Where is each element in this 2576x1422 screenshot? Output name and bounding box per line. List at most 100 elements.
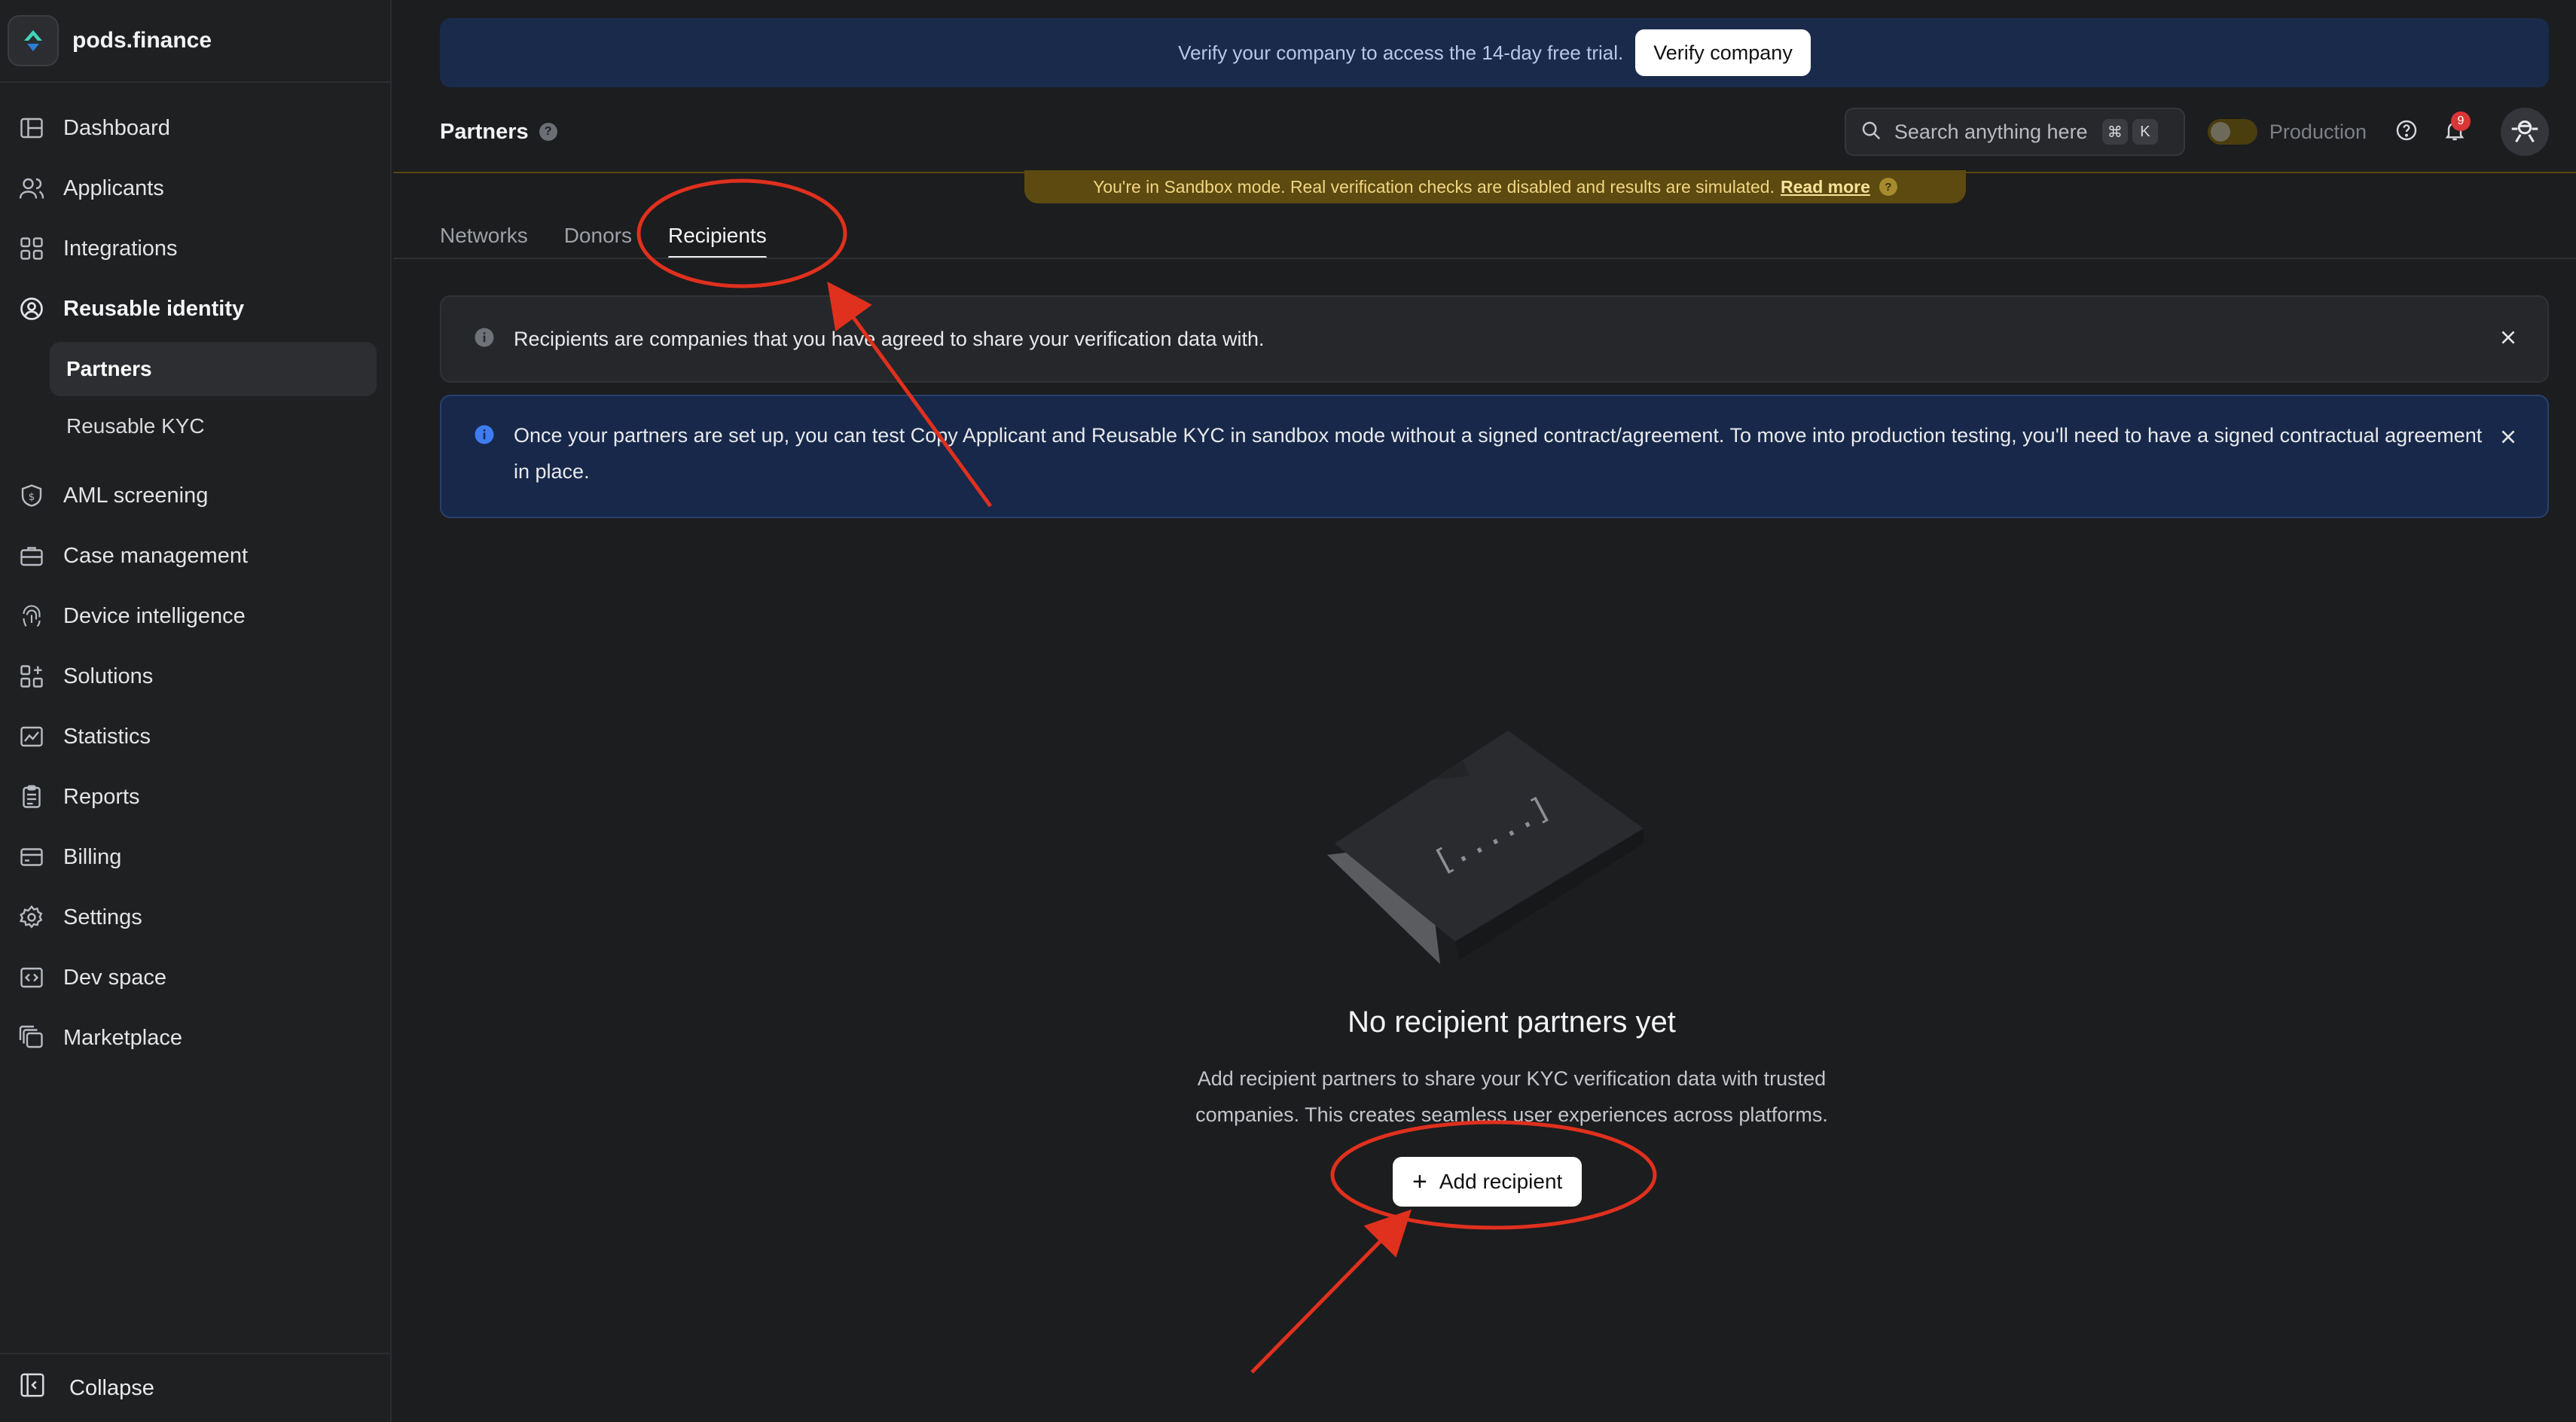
sidebar-item-label: Integrations — [63, 236, 178, 261]
search-icon — [1860, 119, 1882, 145]
sidebar-item-label: AML screening — [63, 483, 209, 508]
collapse-label: Collapse — [69, 1375, 154, 1400]
sidebar-item-reports[interactable]: Reports — [0, 767, 390, 827]
sidebar-item-aml-screening[interactable]: $ AML screening — [0, 465, 390, 526]
sidebar-item-case-management[interactable]: Case management — [0, 526, 390, 586]
notice-alert: Once your partners are set up, you can t… — [440, 395, 2549, 518]
sidebar-item-label: Dev space — [63, 965, 167, 990]
header-actions: ⌘ K Production 9 — [1844, 105, 2549, 158]
sidebar-item-dashboard[interactable]: Dashboard — [0, 98, 390, 158]
close-icon — [2498, 427, 2518, 450]
close-notice-alert-button[interactable] — [2493, 423, 2523, 453]
grid-icon — [17, 233, 47, 264]
notice-alert-text: Once your partners are set up, you can t… — [514, 424, 2483, 483]
tabs-divider — [393, 258, 2576, 259]
brand[interactable]: pods.finance — [0, 0, 390, 83]
empty-folder-illustration: [.....] — [1327, 731, 1644, 964]
sidebar-item-applicants[interactable]: Applicants — [0, 158, 390, 218]
partner-tabs: Networks Donors Recipients — [440, 212, 803, 259]
sidebar-item-solutions[interactable]: Solutions — [0, 646, 390, 706]
plus-icon: + — [1412, 1167, 1427, 1196]
shortcut-cmd-key: ⌘ — [2101, 119, 2128, 145]
info-icon — [473, 326, 496, 352]
shortcut-k-key: K — [2132, 119, 2158, 145]
sidebar-item-billing[interactable]: Billing — [0, 827, 390, 887]
sidebar-item-label: Solutions — [63, 664, 154, 688]
sidebar-item-label: Case management — [63, 543, 249, 568]
sidebar-item-label: Dashboard — [63, 115, 170, 140]
sidebar-item-device-intelligence[interactable]: Device intelligence — [0, 586, 390, 646]
help-icon[interactable]: ? — [539, 123, 557, 141]
info-icon — [473, 423, 496, 450]
page-title: Partners — [440, 119, 529, 144]
chart-icon — [17, 722, 47, 752]
marketplace-icon — [17, 1023, 47, 1053]
main-content: Verify your company to access the 14-day… — [393, 0, 2576, 1422]
sandbox-help-icon[interactable]: ? — [1879, 178, 1897, 196]
sidebar: pods.finance Dashboard Applicants Integr… — [0, 0, 392, 1422]
info-alert-text: Recipients are companies that you have a… — [514, 328, 1265, 350]
environment-toggle[interactable] — [2207, 119, 2257, 145]
empty-state-description: Add recipient partners to share your KYC… — [1154, 1060, 1869, 1133]
brand-logo — [8, 15, 59, 66]
sidebar-item-dev-space[interactable]: Dev space — [0, 947, 390, 1008]
avatar-icon — [2507, 113, 2542, 151]
close-info-alert-button[interactable] — [2493, 324, 2523, 354]
sidebar-item-settings[interactable]: Settings — [0, 887, 390, 947]
help-button[interactable] — [2389, 114, 2424, 149]
sidebar-item-reusable-identity[interactable]: Reusable identity — [0, 279, 390, 339]
question-circle-icon — [2394, 118, 2419, 146]
search-box[interactable]: ⌘ K — [1844, 108, 2185, 156]
sidebar-item-label: Reusable identity — [63, 296, 245, 321]
notification-badge: 9 — [2451, 111, 2471, 131]
sidebar-item-marketplace[interactable]: Marketplace — [0, 1008, 390, 1068]
empty-state-title: No recipient partners yet — [1348, 1005, 1676, 1039]
collapse-icon — [18, 1371, 47, 1405]
tab-networks[interactable]: Networks — [440, 212, 528, 259]
sidebar-nav: Dashboard Applicants Integrations Reusab… — [0, 83, 390, 1068]
sandbox-text: You're in Sandbox mode. Real verificatio… — [1093, 176, 1775, 197]
briefcase-icon — [17, 541, 47, 571]
tab-donors[interactable]: Donors — [564, 212, 632, 259]
sidebar-item-label: Marketplace — [63, 1025, 182, 1050]
sidebar-item-statistics[interactable]: Statistics — [0, 706, 390, 767]
brand-name: pods.finance — [72, 28, 212, 53]
sidebar-item-label: Statistics — [63, 724, 151, 749]
sidebar-item-label: Settings — [63, 905, 142, 929]
environment-label: Production — [2269, 120, 2367, 143]
empty-state-description-line: companies. This creates seamless user ex… — [1195, 1103, 1828, 1126]
avatar[interactable] — [2501, 108, 2549, 156]
empty-state-description-line: Add recipient partners to share your KYC… — [1197, 1067, 1827, 1090]
sidebar-subitem-partners[interactable]: Partners — [50, 342, 377, 396]
card-icon — [17, 842, 47, 872]
info-alert: Recipients are companies that you have a… — [440, 295, 2549, 383]
search-input[interactable] — [1894, 120, 2098, 144]
sandbox-notice: You're in Sandbox mode. Real verificatio… — [1024, 170, 1966, 203]
notifications-button[interactable]: 9 — [2437, 111, 2472, 149]
sidebar-item-integrations[interactable]: Integrations — [0, 218, 390, 279]
trial-banner-text: Verify your company to access the 14-day… — [1178, 41, 1624, 64]
dashboard-icon — [17, 113, 47, 143]
shield-icon: $ — [17, 481, 47, 511]
add-recipient-button[interactable]: + Add recipient — [1393, 1157, 1583, 1207]
sidebar-item-label: Device intelligence — [63, 603, 246, 628]
verify-company-button[interactable]: Verify company — [1635, 29, 1811, 76]
identity-icon — [17, 294, 47, 324]
trial-banner: Verify your company to access the 14-day… — [440, 18, 2549, 87]
sidebar-item-label: Billing — [63, 844, 122, 869]
users-icon — [17, 173, 47, 203]
collapse-button[interactable]: Collapse — [0, 1353, 392, 1422]
sidebar-item-label: Reports — [63, 784, 140, 809]
add-recipient-label: Add recipient — [1439, 1170, 1563, 1193]
read-more-link[interactable]: Read more — [1781, 177, 1870, 197]
sidebar-subitem-reusable-kyc[interactable]: Reusable KYC — [50, 399, 377, 453]
tab-recipients[interactable]: Recipients — [667, 212, 767, 259]
fingerprint-icon — [17, 601, 47, 631]
code-icon — [17, 963, 47, 993]
close-icon — [2498, 328, 2518, 351]
clipboard-icon — [17, 782, 47, 812]
gear-icon — [17, 902, 47, 932]
page-header: Partners ? ⌘ K Production 9 — [440, 105, 2549, 158]
sidebar-item-label: Applicants — [63, 175, 164, 200]
svg-text:$: $ — [29, 491, 35, 503]
